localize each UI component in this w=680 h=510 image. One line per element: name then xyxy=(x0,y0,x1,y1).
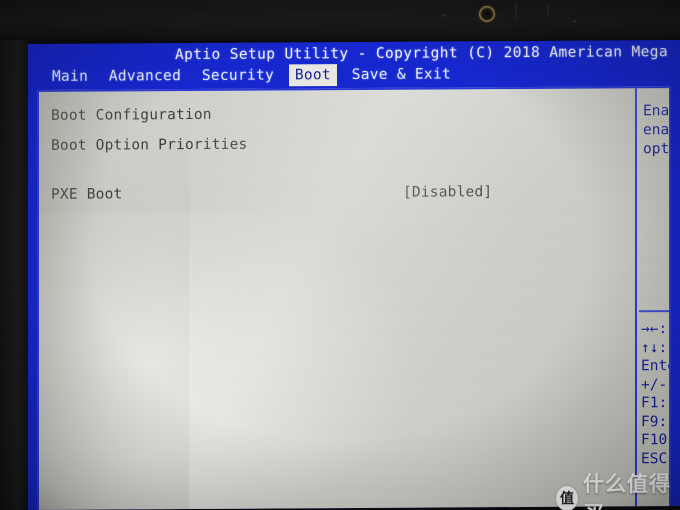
key-legend-select-item: ↑↓: Sel xyxy=(641,339,671,356)
section-header-boot-option-priorities: Boot Option Priorities xyxy=(51,137,247,154)
bios-screen: Aptio Setup Utility - Copyright (C) 2018… xyxy=(28,40,680,510)
key-legend-f1-general-help: F1: Gene xyxy=(641,395,671,412)
tab-security[interactable]: Security xyxy=(196,64,280,87)
key-legend-change-opt: +/-: Cha xyxy=(641,376,671,393)
settings-list: Boot Configuration Boot Option Prioritie… xyxy=(39,88,633,510)
help-panel-separator xyxy=(639,309,671,313)
setting-label: PXE Boot xyxy=(51,186,123,203)
watermark: 值 什么值得买 xyxy=(556,468,680,510)
help-line: Enabl xyxy=(643,102,671,120)
bezel-sensor-dot-right xyxy=(573,20,576,23)
section-label: Boot Option Priorities xyxy=(51,136,248,154)
screenshot-root: Aptio Setup Utility - Copyright (C) 2018… xyxy=(0,0,680,510)
key-legend-f9-optimized-defaults: F9: Opti xyxy=(641,413,671,430)
tab-main[interactable]: Main xyxy=(46,66,94,88)
setting-row-pxe-boot[interactable]: PXE Boot [Disabled] xyxy=(51,184,492,203)
content-frame: Boot Configuration Boot Option Prioritie… xyxy=(37,86,671,510)
webcam-icon xyxy=(479,6,495,22)
key-legend-select-screen: →←: Sel xyxy=(641,321,671,338)
key-legend-f10-save: F10: Sav xyxy=(641,432,671,449)
key-legend-esc-exit: ESC: Exi xyxy=(641,450,671,467)
section-label: Boot Configuration xyxy=(51,106,212,124)
help-line: optio xyxy=(643,140,671,158)
help-panel: Enabl enabl optio xyxy=(643,102,671,159)
bezel-sensor-dot-left xyxy=(443,14,446,17)
microphone-slot-left xyxy=(514,3,518,27)
tab-save-and-exit[interactable]: Save & Exit xyxy=(346,63,457,86)
tab-advanced[interactable]: Advanced xyxy=(103,65,187,88)
panel-divider xyxy=(635,88,637,509)
microphone-slot-right xyxy=(546,3,550,23)
watermark-logo-icon: 值 xyxy=(556,485,579,510)
key-legend: →←: Sel ↑↓: Sel Enter: +/-: Cha F1: Gene… xyxy=(641,320,671,468)
tab-boot[interactable]: Boot xyxy=(288,64,337,87)
key-legend-enter: Enter: xyxy=(641,357,671,375)
section-header-boot-configuration: Boot Configuration xyxy=(51,107,212,124)
laptop-bezel-top xyxy=(0,0,680,46)
watermark-text: 什么值得买 xyxy=(583,472,672,510)
setting-value-badge[interactable]: [Disabled] xyxy=(403,184,492,201)
help-line: enabl xyxy=(643,121,671,139)
